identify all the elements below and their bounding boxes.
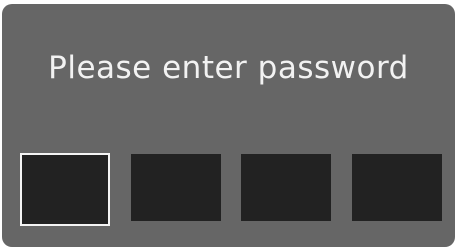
password-dialog: Please enter password xyxy=(2,4,455,247)
pin-digit-box-1[interactable] xyxy=(20,153,110,226)
pin-entry-row xyxy=(20,153,448,229)
password-prompt: Please enter password xyxy=(48,50,409,86)
pin-digit-box-4[interactable] xyxy=(352,154,442,221)
pin-digit-box-2[interactable] xyxy=(131,154,221,221)
pin-digit-box-3[interactable] xyxy=(241,154,331,221)
